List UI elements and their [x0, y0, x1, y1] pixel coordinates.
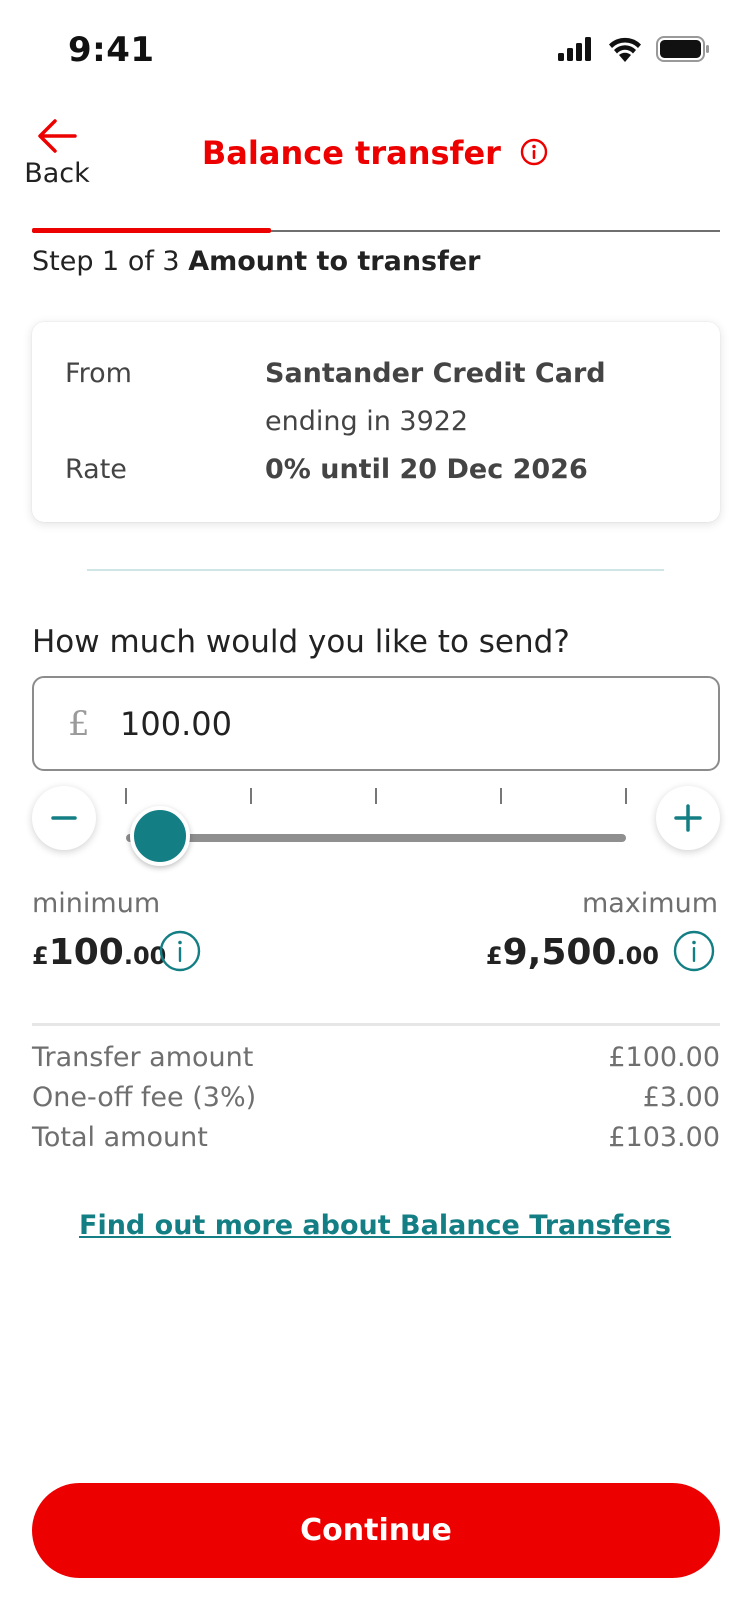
summary-row: Transfer amount £100.00 [32, 1042, 720, 1073]
status-icons [558, 36, 710, 62]
slider-tick [625, 788, 627, 804]
summary-label: Transfer amount [32, 1042, 254, 1073]
minimum-whole: 100 [48, 932, 124, 973]
slider-tick [500, 788, 502, 804]
summary-row: Total amount £103.00 [32, 1122, 720, 1153]
step-title: Amount to transfer [188, 246, 481, 277]
step-indicator: Step 1 of 3 Amount to transfer [32, 246, 481, 277]
slider-tick [375, 788, 377, 804]
increase-button[interactable] [656, 786, 720, 850]
from-subtext: ending in 3922 [265, 406, 469, 437]
amount-question: How much would you like to send? [32, 624, 570, 660]
summary-row: One-off fee (3%) £3.00 [32, 1082, 720, 1113]
minimum-amount: £ 100 .00 [32, 932, 166, 973]
maximum-whole: 9,500 [502, 932, 617, 973]
amount-slider[interactable] [118, 784, 638, 866]
progress-fill [32, 228, 271, 233]
balance-transfers-info-link[interactable]: Find out more about Balance Transfers [0, 1210, 750, 1241]
summary-value: £103.00 [608, 1122, 720, 1153]
maximum-currency: £ [485, 942, 503, 970]
summary-label: One-off fee (3%) [32, 1082, 257, 1113]
summary-value: £100.00 [608, 1042, 720, 1073]
summary-label: Total amount [32, 1122, 208, 1153]
summary-value: £3.00 [642, 1082, 720, 1113]
slider-track [126, 834, 626, 842]
transfer-details-card: From Santander Credit Card ending in 392… [32, 322, 720, 522]
amount-input-box[interactable]: £ [32, 676, 720, 771]
step-prefix: Step 1 of 3 [32, 246, 180, 277]
rate-label: Rate [65, 454, 127, 485]
maximum-amount: £ 9,500 .00 [486, 932, 659, 973]
maximum-decimal: .00 [616, 942, 659, 970]
divider [87, 569, 664, 571]
slider-tick [125, 788, 127, 804]
continue-button[interactable]: Continue [32, 1483, 720, 1578]
maximum-info-icon[interactable] [673, 930, 715, 972]
status-bar: 9:41 [0, 0, 750, 100]
minimum-info-icon[interactable] [159, 930, 201, 972]
slider-thumb[interactable] [130, 806, 190, 866]
maximum-label: maximum [581, 888, 718, 919]
amount-input[interactable] [120, 704, 680, 743]
status-time: 9:41 [68, 30, 155, 70]
from-value: Santander Credit Card [265, 358, 606, 389]
currency-symbol: £ [68, 703, 90, 744]
minimum-label: minimum [32, 888, 161, 919]
summary-divider [32, 1023, 720, 1026]
minimum-currency: £ [32, 942, 49, 970]
rate-value: 0% until 20 Dec 2026 [265, 454, 588, 485]
decrease-button[interactable] [32, 786, 96, 850]
info-icon[interactable] [520, 138, 548, 166]
minus-icon [51, 816, 77, 820]
slider-tick [250, 788, 252, 804]
plus-icon [674, 804, 702, 832]
battery-icon [656, 36, 709, 62]
from-label: From [65, 358, 132, 389]
page-title-text: Balance transfer [201, 134, 501, 172]
wifi-icon [609, 37, 641, 62]
cellular-signal-icon [558, 37, 591, 61]
page-title: Balance transfer [0, 134, 750, 172]
